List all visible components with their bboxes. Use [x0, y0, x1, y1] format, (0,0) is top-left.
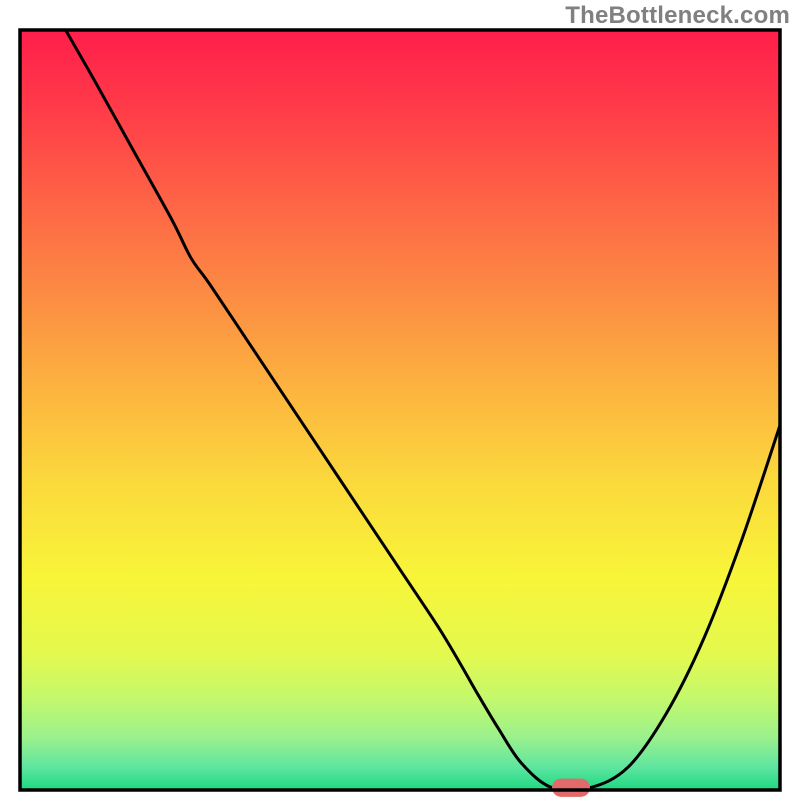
optimal-marker — [552, 779, 590, 797]
bottleneck-chart — [0, 0, 800, 800]
chart-background-gradient — [20, 30, 780, 790]
chart-container: { "watermark": "TheBottleneck.com", "cha… — [0, 0, 800, 800]
